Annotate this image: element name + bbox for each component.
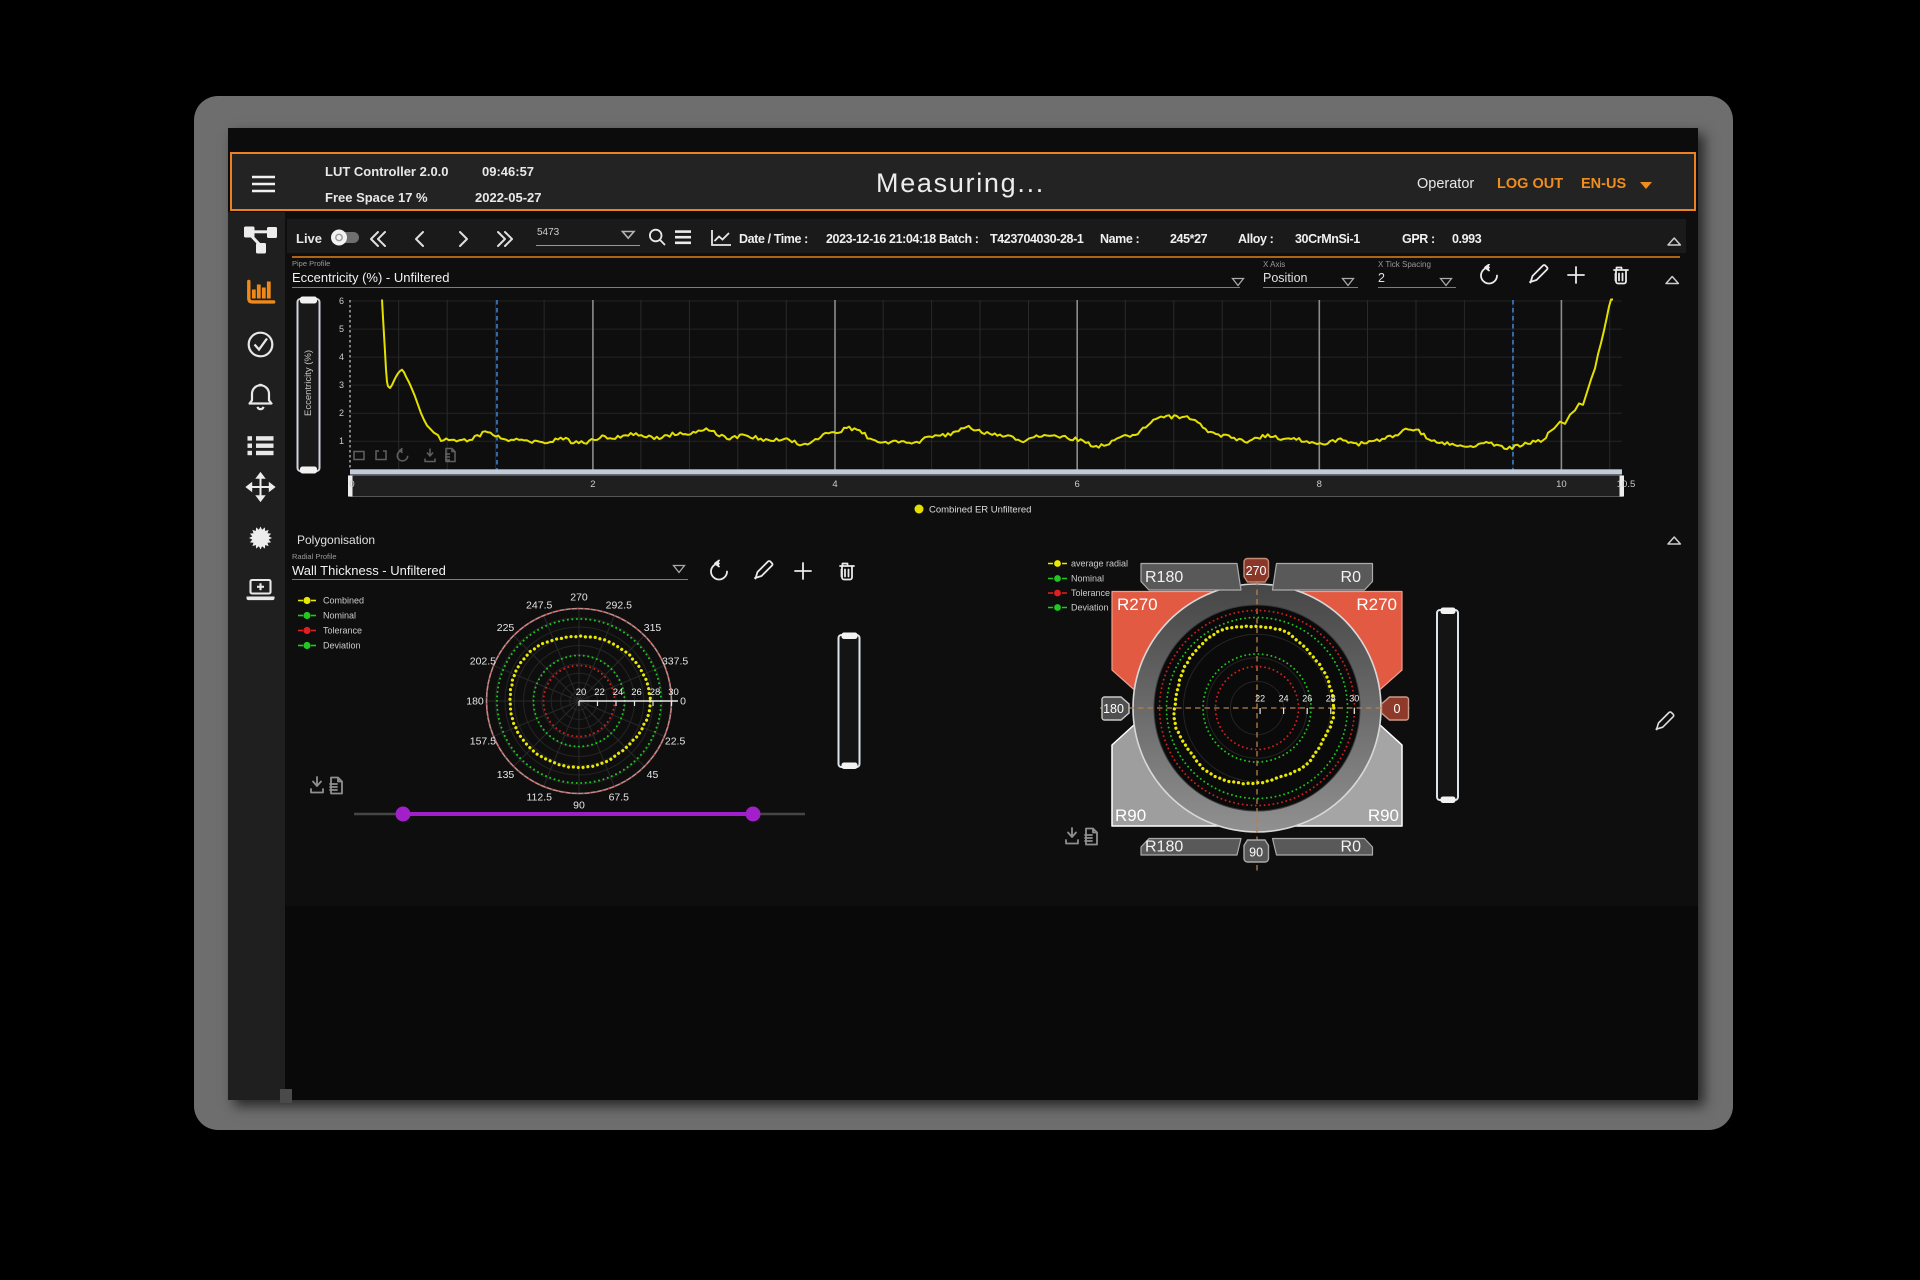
svg-text:24: 24 bbox=[1279, 694, 1289, 704]
svg-text:Tolerance: Tolerance bbox=[1071, 588, 1110, 598]
svg-text:R180: R180 bbox=[1145, 569, 1183, 586]
svg-text:R90: R90 bbox=[1115, 806, 1146, 825]
svg-text:26: 26 bbox=[1302, 694, 1312, 704]
svg-text:28: 28 bbox=[1326, 694, 1336, 704]
svg-text:R180: R180 bbox=[1145, 839, 1183, 856]
svg-text:R0: R0 bbox=[1341, 569, 1362, 586]
svg-text:average radial: average radial bbox=[1071, 559, 1128, 569]
svg-text:90: 90 bbox=[1249, 846, 1263, 860]
svg-text:R270: R270 bbox=[1117, 595, 1158, 614]
svg-text:180: 180 bbox=[1103, 702, 1124, 716]
svg-text:Nominal: Nominal bbox=[1071, 574, 1104, 584]
svg-text:30: 30 bbox=[1349, 694, 1359, 704]
svg-text:Deviation: Deviation bbox=[1071, 603, 1109, 613]
svg-text:270: 270 bbox=[1246, 564, 1267, 578]
svg-text:R0: R0 bbox=[1341, 839, 1362, 856]
svg-text:22: 22 bbox=[1255, 694, 1265, 704]
svg-text:R270: R270 bbox=[1356, 595, 1397, 614]
svg-text:R90: R90 bbox=[1368, 806, 1399, 825]
svg-text:0: 0 bbox=[1394, 702, 1401, 716]
